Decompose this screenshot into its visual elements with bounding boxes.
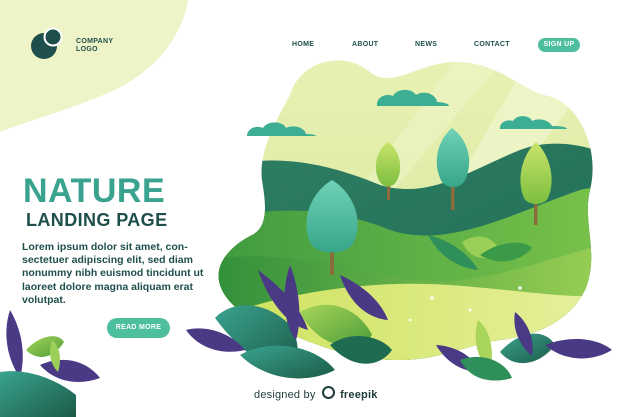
hero-subtitle: LANDING PAGE [26, 210, 168, 230]
credit-brand: freepik [340, 389, 378, 401]
leaf-icon [0, 310, 100, 417]
designer-credit[interactable]: designed by freepik [254, 386, 378, 401]
read-more-button[interactable]: READ MORE [107, 318, 170, 338]
corner-blob [0, 0, 188, 132]
nav-contact[interactable]: CONTACT [474, 41, 510, 48]
hero-description: Lorem ipsum dolor sit amet, con-sectetue… [22, 241, 204, 306]
nav-about[interactable]: ABOUT [352, 41, 378, 48]
hero-title: NATURE [23, 172, 166, 210]
nav-news[interactable]: NEWS [415, 41, 437, 48]
nav-home[interactable]: HOME [292, 41, 314, 48]
top-nav: HOME ABOUT NEWS CONTACT SIGN UP [0, 38, 626, 54]
freepik-icon [321, 386, 335, 399]
landing-page: COMPANY LOGO HOME ABOUT NEWS CONTACT SIG… [0, 0, 626, 417]
credit-prefix: designed by [254, 389, 316, 401]
signup-button[interactable]: SIGN UP [538, 38, 580, 52]
